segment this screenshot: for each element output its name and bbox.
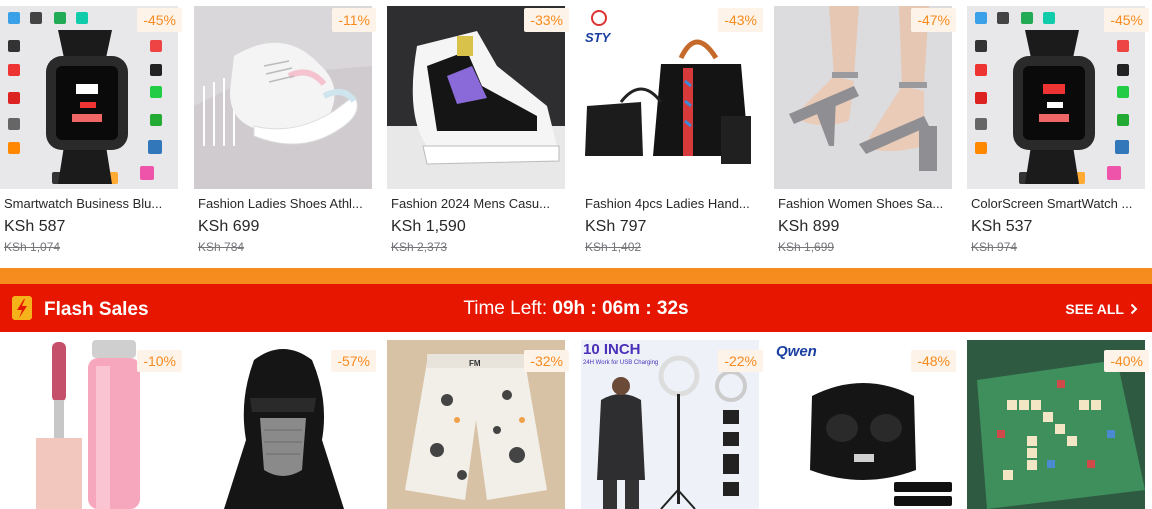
product-old-price: KSh 1,402 (585, 240, 642, 254)
section-divider (0, 268, 1152, 284)
product-card[interactable]: STY -43% Fashion 4pcs Ladies Hand... KSh… (581, 0, 767, 268)
flash-product-card[interactable]: -57% (194, 340, 380, 509)
product-price: KSh 587 (4, 218, 66, 235)
product-image-handbag-set[interactable]: STY (581, 6, 759, 189)
discount-badge: -47% (911, 8, 956, 32)
discount-badge: -33% (524, 8, 569, 32)
product-image-mens-sneaker[interactable] (387, 6, 565, 189)
discount-badge: -22% (718, 350, 763, 372)
product-image-ladies-shoes[interactable] (194, 6, 372, 189)
discount-badge: -43% (718, 8, 763, 32)
discount-badge: -10% (137, 350, 182, 372)
product-price: KSh 1,590 (391, 218, 466, 235)
product-name[interactable]: Fashion 4pcs Ladies Hand... (585, 196, 757, 211)
product-price: KSh 797 (585, 218, 647, 235)
see-all-link[interactable]: SEE ALL (1065, 301, 1138, 317)
product-row-flash: -10% -57% FM -32% 10 INCH 24H Work for U… (0, 340, 1152, 509)
flash-product-card[interactable]: FM -32% (387, 340, 573, 509)
product-price: KSh 899 (778, 218, 840, 235)
earbuds-brand-text: Qwen (776, 343, 817, 360)
shorts-brand-text: FM (469, 359, 481, 368)
product-old-price: KSh 1,699 (778, 240, 835, 254)
ring-light-headline: 10 INCH (583, 341, 641, 358)
see-all-label[interactable]: SEE ALL (1065, 301, 1124, 317)
product-card[interactable]: -11% Fashion Ladies Shoes Athl... KSh 69… (194, 0, 380, 268)
discount-badge: -57% (331, 350, 376, 372)
product-old-price: KSh 1,074 (4, 240, 61, 254)
product-name[interactable]: Fashion 2024 Mens Casu... (391, 196, 563, 211)
product-card[interactable]: -45% Smartwatch Business Blu... KSh 587 … (0, 0, 186, 268)
product-price: KSh 537 (971, 218, 1033, 235)
flash-sales-header: Flash Sales Time Left: 09h : 06m : 32s S… (0, 284, 1152, 332)
discount-badge: -32% (524, 350, 569, 372)
product-name[interactable]: Smartwatch Business Blu... (4, 196, 176, 211)
product-card[interactable]: -47% Fashion Women Shoes Sa... KSh 899 K… (774, 0, 960, 268)
flash-product-card[interactable]: -10% (0, 340, 186, 509)
product-old-price: KSh 974 (971, 240, 1018, 254)
flash-product-card[interactable]: 10 INCH 24H Work for USB Charging -22% (581, 340, 767, 509)
discount-badge: -40% (1104, 350, 1149, 372)
product-name[interactable]: Fashion Women Shoes Sa... (778, 196, 950, 211)
product-card[interactable]: -33% Fashion 2024 Mens Casu... KSh 1,590… (387, 0, 573, 268)
flash-product-card[interactable]: Qwen -48% (774, 340, 960, 509)
bag-brand-text: STY (585, 30, 612, 45)
countdown-timer: Time Left: 09h : 06m : 32s (0, 298, 1152, 320)
product-image-smartwatch[interactable] (0, 6, 178, 189)
discount-badge: -48% (911, 350, 956, 372)
product-old-price: KSh 784 (198, 240, 245, 254)
timer-label: Time Left: (463, 298, 548, 319)
product-name[interactable]: ColorScreen SmartWatch ... (971, 196, 1143, 211)
ring-light-subline: 24H Work for USB Charging (583, 360, 658, 366)
flash-product-card[interactable]: -40% (967, 340, 1152, 509)
product-old-price: KSh 2,373 (391, 240, 448, 254)
discount-badge: -11% (332, 8, 376, 32)
chevron-right-icon (1130, 303, 1138, 315)
product-name[interactable]: Fashion Ladies Shoes Athl... (198, 196, 370, 211)
discount-badge: -45% (137, 8, 182, 32)
timer-value: 09h : 06m : 32s (552, 298, 689, 319)
discount-badge: -45% (1104, 8, 1149, 32)
product-image-colorscreen-smartwatch[interactable] (967, 6, 1145, 189)
product-row-top: -45% Smartwatch Business Blu... KSh 587 … (0, 0, 1152, 268)
product-image-women-sandals[interactable] (774, 6, 952, 189)
product-card[interactable]: -45% ColorScreen SmartWatch ... KSh 537 … (967, 0, 1152, 268)
product-price: KSh 699 (198, 218, 260, 235)
